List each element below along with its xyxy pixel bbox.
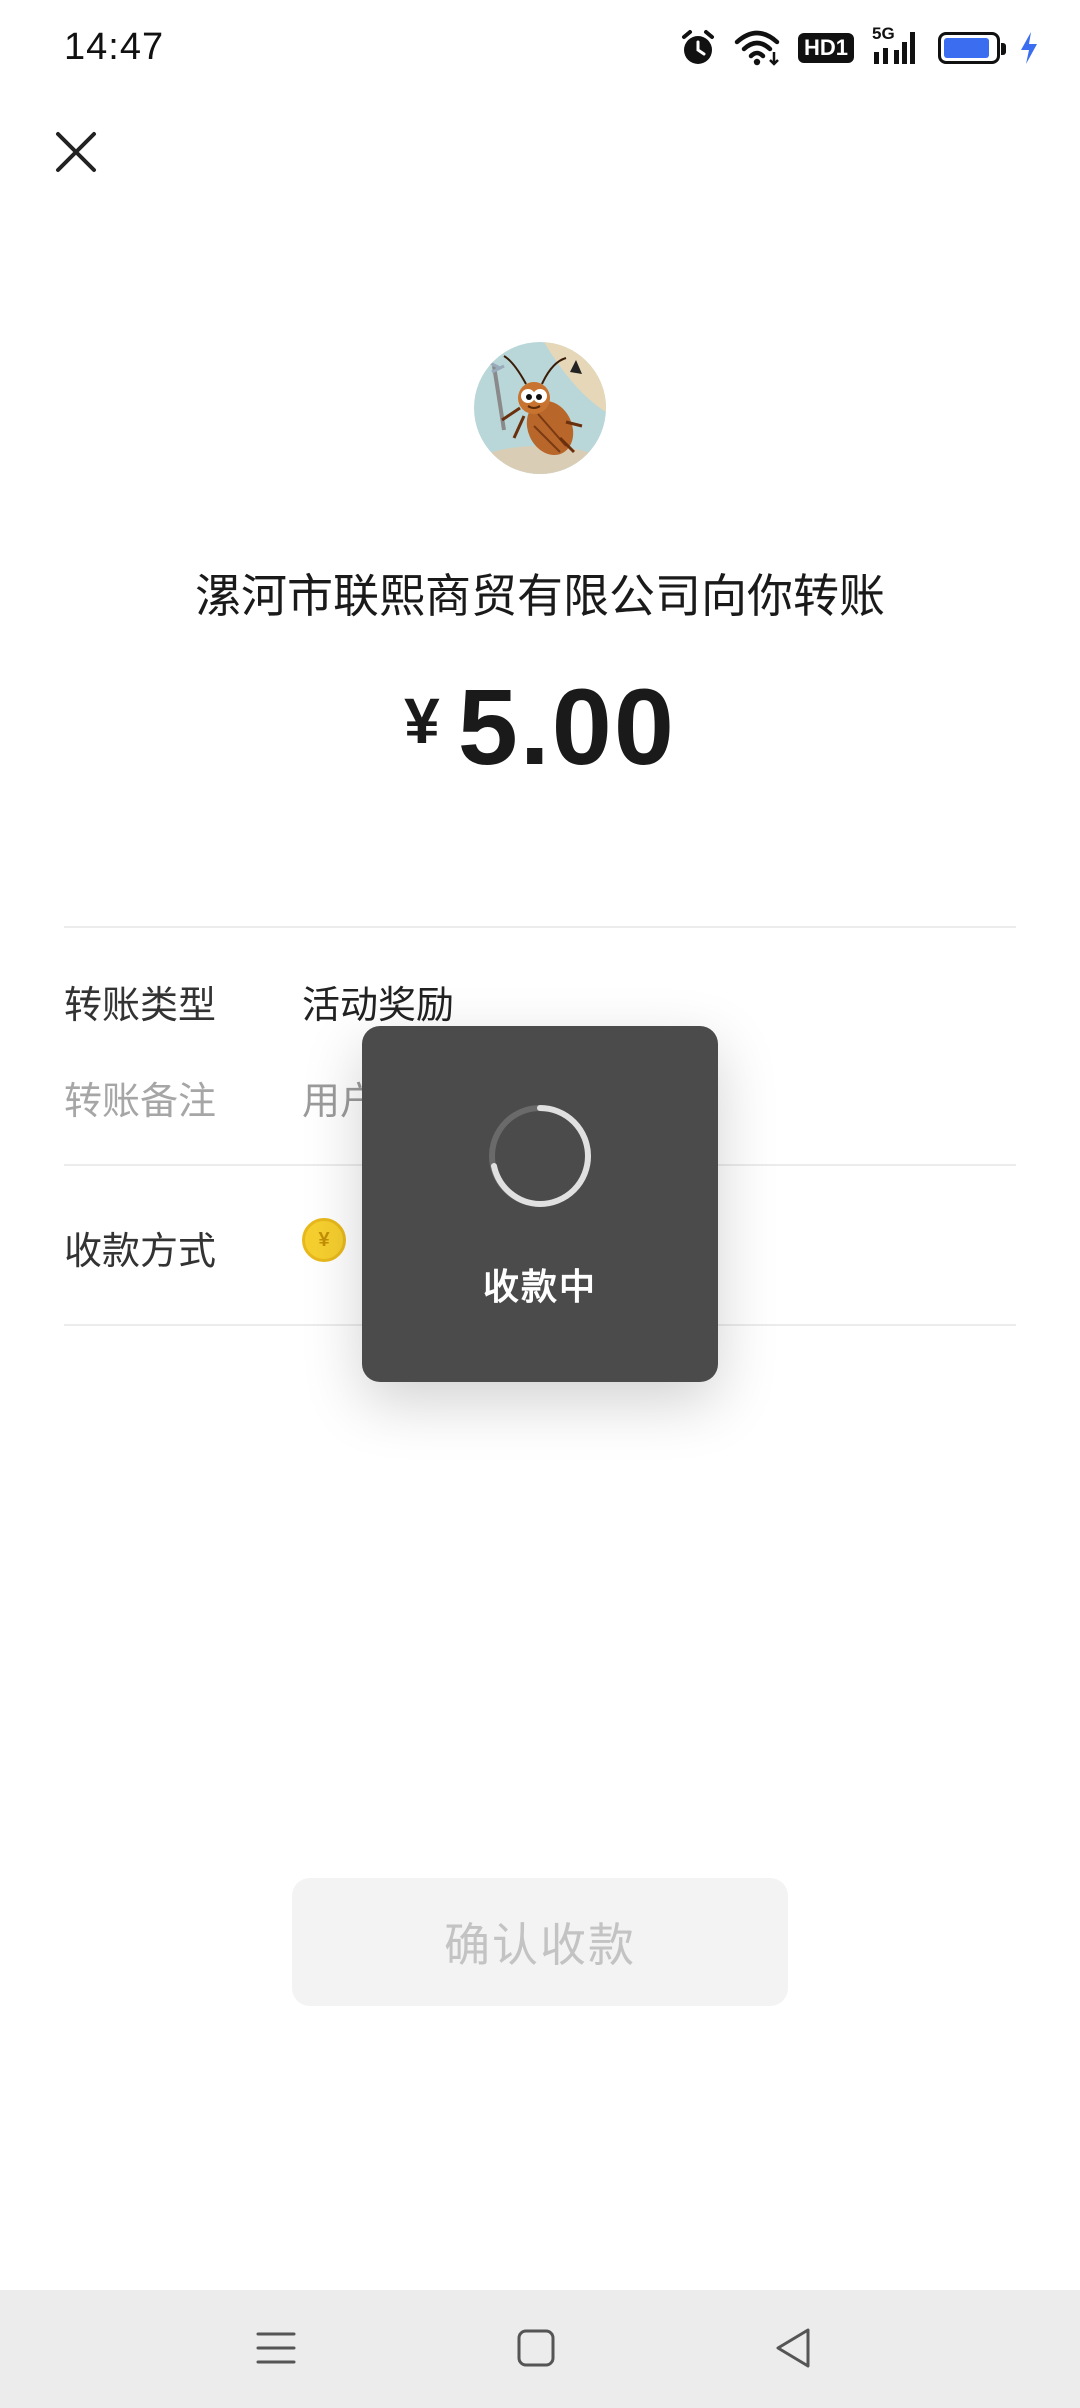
status-bar: 14:47 HD1 5G (0, 0, 1080, 96)
wifi-icon (734, 30, 780, 66)
battery-cap (1001, 43, 1006, 55)
currency-symbol: ¥ (404, 685, 440, 757)
transfer-amount: ¥5.00 (0, 664, 1080, 789)
battery-icon (938, 32, 1006, 64)
home-button[interactable] (508, 2320, 564, 2376)
battery-level-fill (944, 38, 989, 58)
transfer-note-label: 转账备注 (64, 1081, 217, 1123)
hd-voice-badge: HD1 (797, 33, 854, 63)
transfer-type-label: 转账类型 (64, 985, 217, 1027)
amount-value: 5.00 (457, 666, 676, 787)
confirm-receive-button[interactable]: 确认收款 (292, 1878, 788, 2006)
payment-method-label: 收款方式 (64, 1231, 217, 1273)
menu-icon (256, 2332, 296, 2364)
loading-spinner-icon (489, 1105, 592, 1208)
divider (64, 926, 1016, 928)
sender-avatar (474, 342, 606, 474)
status-icons: HD1 5G (680, 22, 1040, 74)
transfer-type-value: 活动奖励 (302, 985, 455, 1027)
transfer-title: 漯河市联熙商贸有限公司向你转账 (195, 570, 885, 622)
loading-toast: 收款中 (362, 1026, 718, 1382)
back-triangle-icon (776, 2328, 810, 2368)
alarm-icon (681, 30, 714, 64)
close-icon (56, 132, 96, 172)
system-nav-bar (0, 2290, 1080, 2408)
cellular-signal-icon: 5G (872, 24, 920, 68)
home-square-icon (517, 2329, 555, 2367)
back-button[interactable] (766, 2320, 822, 2376)
status-time: 14:47 (64, 26, 165, 68)
coin-symbol: ¥ (318, 1228, 330, 1251)
charging-bolt-icon (1021, 32, 1037, 64)
coin-icon[interactable]: ¥ (302, 1218, 346, 1262)
menu-button[interactable] (248, 2320, 304, 2376)
toast-message: 收款中 (482, 1266, 597, 1307)
cockroach-avatar-image (474, 342, 606, 474)
close-button[interactable] (48, 124, 104, 180)
